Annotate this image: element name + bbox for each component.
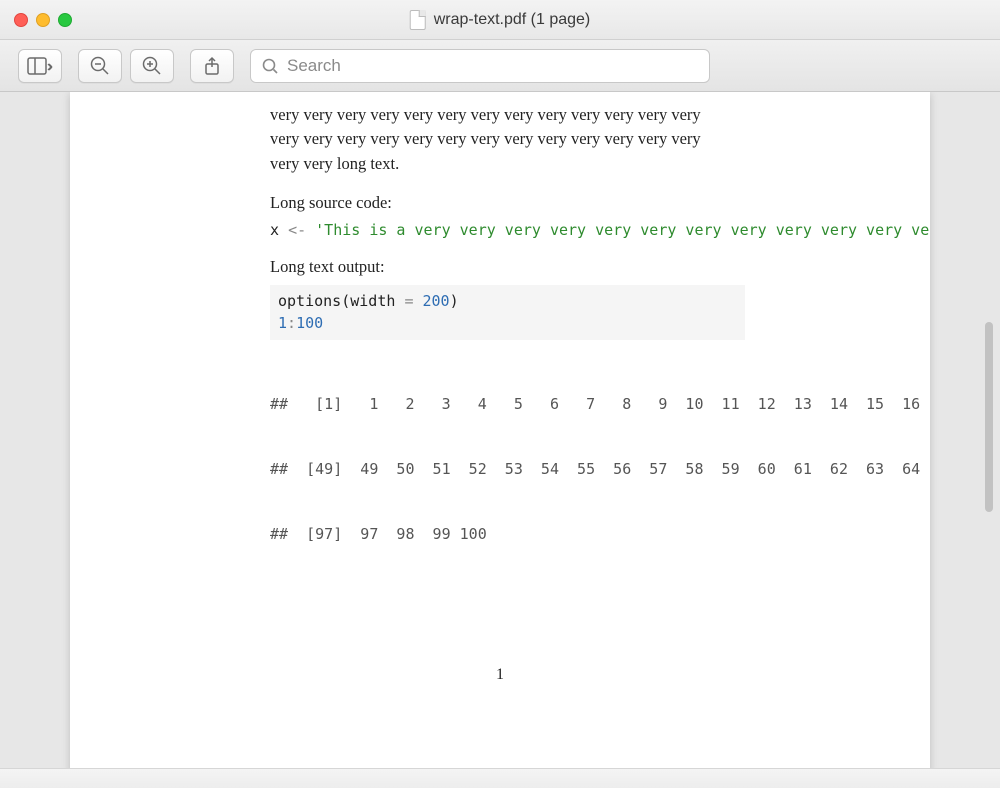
scrollbar-thumb[interactable] <box>985 322 993 512</box>
output-row: ## [49] 49 50 51 52 53 54 55 56 57 58 59… <box>270 459 930 481</box>
zoom-out-icon <box>89 55 111 77</box>
code-text: (width <box>341 292 404 310</box>
scrollbar[interactable] <box>982 92 996 768</box>
body-text: very very very very very very very very … <box>270 128 930 150</box>
code-number: 1 <box>278 314 287 332</box>
minimize-window-button[interactable] <box>36 13 50 27</box>
code-line: options(width = 200) <box>278 291 737 313</box>
section-heading-source: Long source code: <box>270 193 930 213</box>
code-string: 'This is a very very very very very very… <box>306 221 930 239</box>
body-text: very very very very very very very very … <box>270 104 930 126</box>
document-icon <box>410 10 426 30</box>
search-input[interactable] <box>287 56 699 76</box>
page-number: 1 <box>496 666 504 684</box>
share-button[interactable] <box>190 49 234 83</box>
sidebar-toggle-button[interactable] <box>18 49 62 83</box>
section-heading-output: Long text output: <box>270 257 930 277</box>
code-number: 100 <box>296 314 323 332</box>
output-row: ## [1] 1 2 3 4 5 6 7 8 9 10 11 12 13 14 … <box>270 394 930 416</box>
sidebar-icon <box>27 57 53 75</box>
pdf-page: very very very very very very very very … <box>70 92 930 768</box>
search-field[interactable] <box>250 49 710 83</box>
code-operator: : <box>287 314 296 332</box>
zoom-in-icon <box>141 55 163 77</box>
code-block: options(width = 200) 1:100 <box>270 285 745 341</box>
zoom-out-button[interactable] <box>78 49 122 83</box>
zoom-in-button[interactable] <box>130 49 174 83</box>
code-text: ) <box>450 292 459 310</box>
code-fn: options <box>278 292 341 310</box>
body-text: very very long text. <box>270 153 930 175</box>
code-line: 1:100 <box>278 313 737 335</box>
close-window-button[interactable] <box>14 13 28 27</box>
code-operator: <- <box>288 221 306 239</box>
output-row: ## [97] 97 98 99 100 <box>270 524 930 546</box>
window-title-text: wrap-text.pdf (1 page) <box>434 11 591 29</box>
zoom-group <box>78 49 174 83</box>
window-footer <box>0 768 1000 788</box>
window-controls <box>14 13 72 27</box>
maximize-window-button[interactable] <box>58 13 72 27</box>
window-titlebar: wrap-text.pdf (1 page) <box>0 0 1000 40</box>
code-var: x <box>270 221 288 239</box>
share-icon <box>201 55 223 77</box>
search-icon <box>261 57 279 75</box>
window-title: wrap-text.pdf (1 page) <box>410 10 591 30</box>
toolbar <box>0 40 1000 92</box>
code-source-line: x <- 'This is a very very very very very… <box>270 221 930 239</box>
console-output: ## [1] 1 2 3 4 5 6 7 8 9 10 11 12 13 14 … <box>270 350 930 589</box>
document-viewport[interactable]: very very very very very very very very … <box>0 92 1000 768</box>
code-number: 200 <box>413 292 449 310</box>
